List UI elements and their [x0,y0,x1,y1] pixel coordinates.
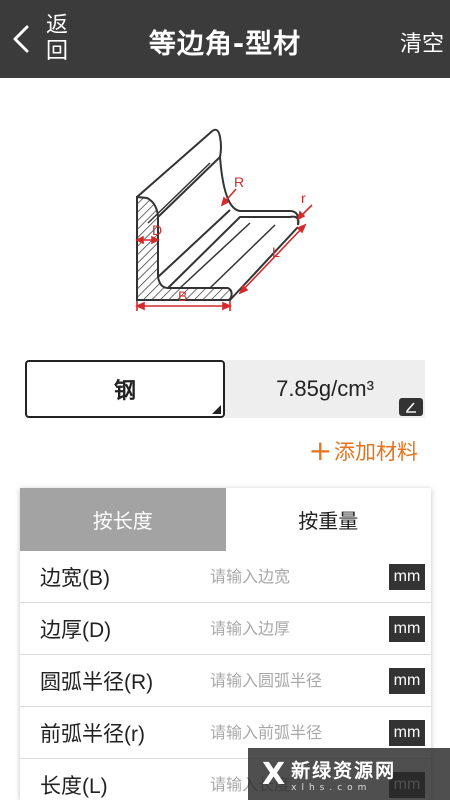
unit-badge: mm [389,564,425,590]
field-label-arc-radius: 圆弧半径(R) [40,670,154,694]
material-name: 钢 [113,379,136,404]
unit-badge: mm [389,616,425,642]
pencil-icon [406,402,416,413]
watermark-text-cn: 新绿资源网 [291,759,397,782]
field-label-front-arc-radius: 前弧半径(r) [40,722,145,746]
diagram-label-d: D [152,222,162,238]
front-arc-radius-input[interactable] [210,723,368,742]
edit-icon[interactable] [399,398,423,416]
unit-badge: mm [389,668,425,694]
tab-by-weight[interactable]: 按重量 [225,488,431,551]
width-input[interactable] [210,567,368,586]
plus-icon: + [308,434,332,467]
diagram-label-l: L [272,244,280,260]
unit-badge: mm [389,720,425,746]
watermark-mark: X [262,756,286,792]
add-material-label: 添加材料 [334,440,418,464]
angle-profile-diagram: B D L R r [134,128,313,311]
clear-button[interactable]: 清空 [400,26,444,58]
watermark-logo: X 新绿资源网 xlhs.com [248,748,450,800]
arc-radius-input[interactable] [210,671,368,690]
density-field[interactable]: 7.85g/cm³ [225,360,425,418]
diagram-label-r-large: R [234,174,244,190]
material-selector[interactable]: 钢 [25,360,225,418]
material-row: 钢 7.85g/cm³ [25,360,425,418]
diagram-label-b: B [178,288,187,304]
field-row-thickness: 边厚(D) mm [20,603,431,655]
watermark-text-en: xlhs.com [291,782,372,793]
field-label-length: 长度(L) [40,774,108,798]
density-value: 7.85g/cm³ [276,376,374,401]
tab-by-length[interactable]: 按长度 [20,488,226,551]
top-bar: 返回 等边角-型材 清空 [0,0,450,78]
add-material-button[interactable]: + 添加材料 [309,436,418,466]
field-row-arc-radius: 圆弧半径(R) mm [20,655,431,707]
calc-mode-tabs: 按长度 按重量 [20,488,431,551]
field-label-thickness: 边厚(D) [40,618,112,642]
page-title: 等边角-型材 [148,29,302,60]
dropdown-corner-icon [212,405,221,414]
thickness-input[interactable] [210,619,368,638]
diagram-label-r-small: r [301,190,306,206]
field-label-width: 边宽(B) [40,566,110,590]
field-row-width: 边宽(B) mm [20,551,431,603]
